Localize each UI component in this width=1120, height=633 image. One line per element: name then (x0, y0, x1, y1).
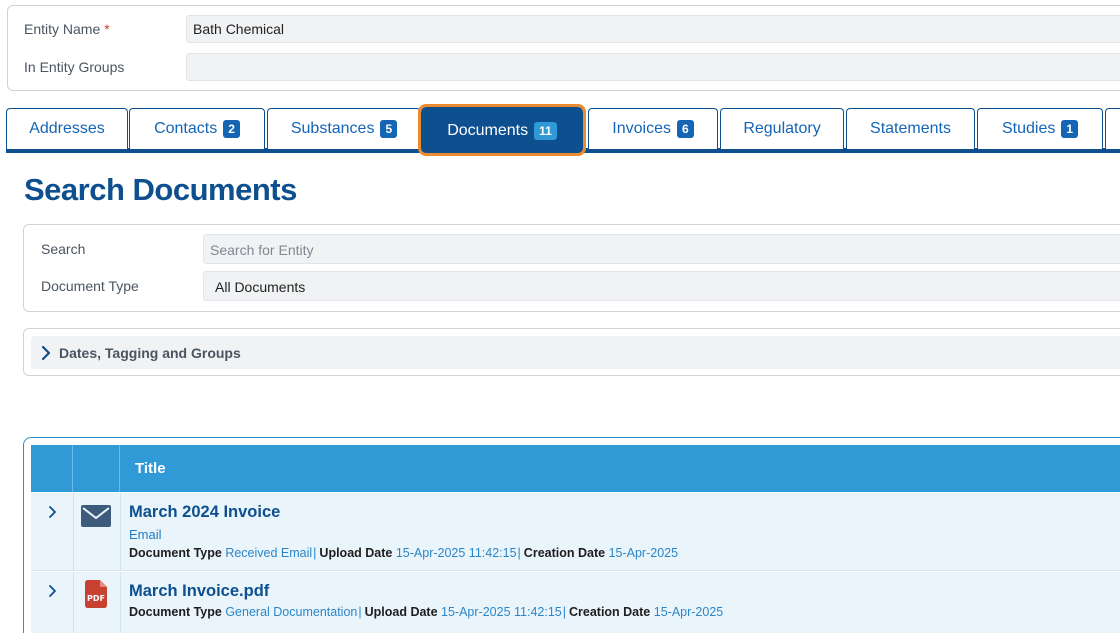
tab-invoices[interactable]: Invoices 6 (588, 108, 718, 149)
creation-date-value: 15-Apr-2025 (653, 605, 724, 619)
tab-count-badge: 6 (677, 120, 694, 138)
entity-name-field[interactable]: Bath Chemical (186, 15, 1120, 43)
envelope-icon (81, 505, 111, 527)
tab-count-badge: 5 (380, 120, 398, 138)
table-row: March 2024 Invoice Email Document Type R… (31, 493, 1120, 571)
document-title-link[interactable]: March Invoice.pdf (129, 582, 269, 601)
document-type-value: Received Email (225, 546, 313, 560)
tab-overflow[interactable] (1105, 108, 1120, 149)
required-marker: * (104, 21, 110, 37)
document-type-row: Document Type All Documents (24, 271, 1120, 301)
tab-count-badge: 2 (223, 120, 240, 138)
search-input[interactable]: Search for Entity (203, 234, 1120, 264)
table-header: Title (31, 445, 1120, 492)
expand-row-icon[interactable] (45, 505, 59, 519)
document-meta: Document Type Received Email| Upload Date… (129, 546, 679, 560)
document-type-select[interactable]: All Documents (203, 271, 1120, 301)
filters-panel: Dates, Tagging and Groups (23, 328, 1120, 376)
tab-bar: Addresses Contacts 2 Substances 5 Document… (6, 104, 1120, 156)
entity-name-row: Entity Name * Bath Chemical (8, 15, 1120, 43)
tab-documents[interactable]: Documents 11 (418, 104, 586, 156)
tab-substances[interactable]: Substances 5 (267, 108, 421, 149)
document-type-value: General Documentation (225, 605, 358, 619)
icon-column-header (73, 445, 120, 492)
expand-row-icon[interactable] (45, 584, 59, 598)
tab-statements[interactable]: Statements (846, 108, 975, 149)
upload-date-value: 15-Apr-2025 11:42:15 (441, 605, 562, 619)
document-meta: Document Type General Documentation| Uplo… (129, 605, 724, 619)
expand-column-header (31, 445, 73, 492)
document-subtitle: Email (129, 527, 162, 542)
search-panel: Search Search for Entity Document Type A… (23, 224, 1120, 312)
svg-text:PDF: PDF (87, 594, 105, 603)
entity-groups-row: In Entity Groups (8, 53, 1120, 81)
document-title-link[interactable]: March 2024 Invoice (129, 503, 280, 522)
title-column-header[interactable]: Title (135, 460, 166, 477)
entity-groups-label: In Entity Groups (24, 59, 125, 75)
tab-count-badge: 1 (1061, 120, 1079, 138)
filters-toggle[interactable]: Dates, Tagging and Groups (31, 336, 1120, 369)
tab-studies[interactable]: Studies 1 (977, 108, 1103, 149)
filters-title: Dates, Tagging and Groups (59, 344, 241, 361)
documents-table: Title March 2024 Invoice Email Document … (23, 437, 1120, 633)
page-title: Search Documents (24, 172, 297, 207)
upload-date-value: 15-Apr-2025 11:42:15 (395, 546, 517, 560)
tab-addresses[interactable]: Addresses (6, 108, 128, 149)
table-row: PDF March Invoice.pdf Document Type Gene… (31, 572, 1120, 633)
pdf-icon: PDF (85, 580, 107, 608)
entity-panel: Entity Name * Bath Chemical In Entity Gro… (7, 5, 1120, 91)
tab-contacts[interactable]: Contacts 2 (129, 108, 265, 149)
creation-date-value: 15-Apr-2025 (608, 546, 679, 560)
search-row: Search Search for Entity (24, 234, 1120, 264)
tab-regulatory[interactable]: Regulatory (720, 108, 844, 149)
entity-name-label: Entity Name * (24, 21, 110, 37)
document-type-label: Document Type (41, 278, 139, 294)
search-label: Search (41, 241, 86, 257)
chevron-right-icon (41, 345, 51, 360)
entity-groups-field[interactable] (186, 53, 1120, 81)
tab-count-badge: 11 (534, 121, 557, 140)
